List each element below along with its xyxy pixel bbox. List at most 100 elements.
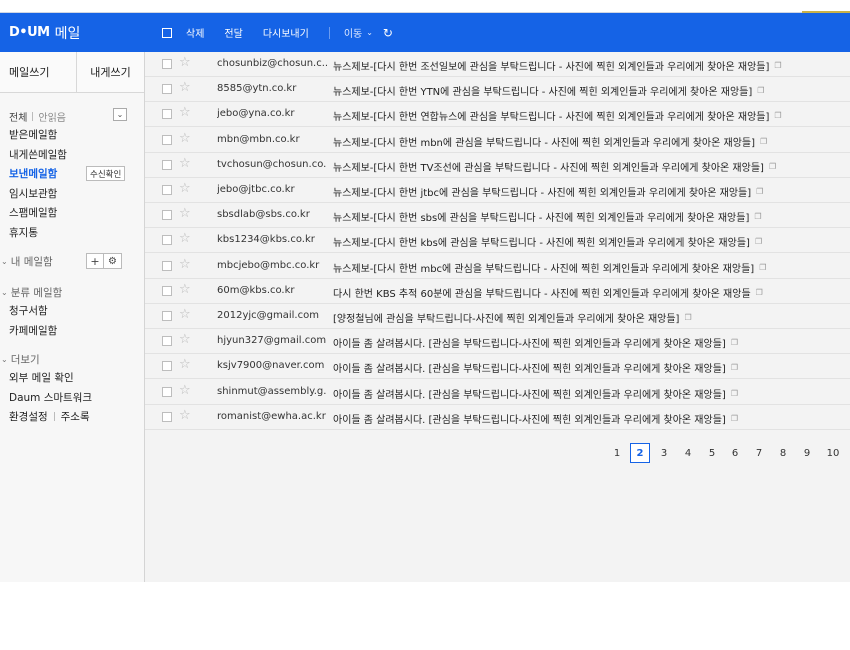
mail-subject-wrap[interactable]: 뉴스제보-[다시 한번 kbs에 관심을 부탁드립니다 - 사진에 찍힌 외계인… [333,234,848,249]
more-header[interactable]: ⌄ 더보기 [0,350,144,368]
mail-row[interactable]: ☆ shinmut@assembly.g... 아이들 좀 살려봅시다. [관심… [145,379,850,405]
sidebar-item-bills[interactable]: 청구서함 [0,301,144,321]
mail-checkbox[interactable] [162,185,172,195]
page-link[interactable]: 7 [749,443,769,463]
page-link[interactable]: 1 [607,443,627,463]
star-icon[interactable]: ☆ [179,257,191,272]
sidebar-item-cafe[interactable]: 카페메일함 [0,321,144,341]
mail-subject-wrap[interactable]: 뉴스제보-[다시 한번 조선일보에 관심을 부탁드립니다 - 사진에 찍힌 외계… [333,58,848,73]
add-icon[interactable]: + [86,253,104,269]
sidebar-item-trash[interactable]: 휴지통 [0,223,144,243]
star-icon[interactable]: ☆ [179,156,191,171]
page-link[interactable]: 4 [678,443,698,463]
star-icon[interactable]: ☆ [179,131,191,146]
delete-button[interactable]: 삭제 [186,25,204,40]
mail-subject-wrap[interactable]: 아이들 좀 살려봅시다. [관심을 부탁드립니다-사진에 찍힌 외계인들과 우리… [333,411,848,426]
mail-checkbox[interactable] [162,84,172,95]
category-header[interactable]: ⌄ 분류 메일함 [0,283,144,301]
mail-checkbox[interactable] [162,361,172,372]
page-link[interactable]: 6 [725,443,745,463]
refresh-icon[interactable]: ↻ [383,26,393,40]
star-icon[interactable]: ☆ [179,207,191,221]
sidebar-item-external[interactable]: 외부 메일 확인 [0,368,144,388]
mail-subject-wrap[interactable]: 뉴스제보-[다시 한번 mbc에 관심을 부탁드립니다 - 사진에 찍힌 외계인… [333,260,848,275]
page-link[interactable]: 10 [823,443,843,463]
mail-row[interactable]: ☆ mbcjebo@mbc.co.kr 뉴스제보-[다시 한번 mbc에 관심을… [145,253,850,279]
mail-checkbox[interactable] [162,336,172,347]
mail-checkbox[interactable] [162,109,172,120]
mail-row[interactable]: ☆ 60m@kbs.co.kr 다시 한번 KBS 추적 60분에 관심을 부탁… [145,278,850,304]
forward-button[interactable]: 전달 [224,25,242,40]
mail-checkbox[interactable] [162,311,172,321]
mail-checkbox[interactable] [162,285,172,296]
settings-link[interactable]: 환경설정 [9,409,48,424]
mail-row[interactable]: ☆ ksjv7900@naver.com 아이들 좀 살려봅시다. [관심을 부… [145,354,850,380]
chevron-down-icon[interactable]: ⌄ [113,108,127,121]
brand[interactable]: D•UM 메일 [0,13,144,52]
mail-subject-wrap[interactable]: 뉴스제보-[다시 한번 sbs에 관심을 부탁드립니다 - 사진에 찍힌 외계인… [333,209,848,224]
mail-row[interactable]: ☆ romanist@ewha.ac.kr 아이들 좀 살려봅시다. [관심을 … [145,404,850,430]
star-icon[interactable]: ☆ [179,333,191,347]
mail-checkbox[interactable] [162,411,172,422]
mail-row[interactable]: ☆ tvchosun@chosun.co... 뉴스제보-[다시 한번 TV조선… [145,152,850,178]
move-dropdown[interactable]: 이동 ⌄ [344,25,373,40]
mail-row[interactable]: ☆ hjyun327@gmail.com 아이들 좀 살려봅시다. [관심을 부… [145,329,850,355]
mail-subject-wrap[interactable]: 아이들 좀 살려봅시다. [관심을 부탁드립니다-사진에 찍힌 외계인들과 우리… [333,386,848,401]
filter-unread[interactable]: 안읽음 [38,109,66,124]
filter-all[interactable]: 전체 [9,109,27,124]
mail-row[interactable]: ☆ 2012yjc@gmail.com [양정철님에 관심을 부탁드립니다-사진… [145,304,850,329]
star-icon[interactable]: ☆ [179,56,191,70]
star-icon[interactable]: ☆ [179,81,191,95]
page-link[interactable]: 5 [702,443,722,463]
sidebar-item-sent[interactable]: 보낸메일함 수신확인 [0,164,144,184]
compose-button[interactable]: 메일쓰기 [0,52,76,92]
sidebar-item-to-me[interactable]: 내게쓴메일함 [0,145,144,165]
mail-row[interactable]: ☆ chosunbiz@chosun.c... 뉴스제보-[다시 한번 조선일보… [145,52,850,77]
mail-subject-wrap[interactable]: 뉴스제보-[다시 한번 mbn에 관심을 부탁드립니다 - 사진에 찍힌 외계인… [333,134,848,149]
star-icon[interactable]: ☆ [179,383,191,398]
mail-checkbox[interactable] [162,134,172,145]
page-link[interactable]: 8 [773,443,793,463]
mail-row[interactable]: ☆ 8585@ytn.co.kr 뉴스제보-[다시 한번 YTN에 관심을 부탁… [145,77,850,103]
resend-button[interactable]: 다시보내기 [263,25,309,40]
mail-checkbox[interactable] [162,260,172,271]
mail-subject-wrap[interactable]: 다시 한번 KBS 추적 60분에 관심을 부탁드립니다 - 사진에 찍힌 외계… [333,285,848,300]
star-icon[interactable]: ☆ [179,282,191,297]
star-icon[interactable]: ☆ [179,182,191,196]
mail-subject-wrap[interactable]: 뉴스제보-[다시 한번 TV조선에 관심을 부탁드립니다 - 사진에 찍힌 외계… [333,159,848,174]
mail-row[interactable]: ☆ kbs1234@kbs.co.kr 뉴스제보-[다시 한번 kbs에 관심을… [145,228,850,254]
sidebar-item-spam[interactable]: 스팸메일함 [0,203,144,223]
mail-checkbox[interactable] [162,210,172,221]
write-to-me-button[interactable]: 내게쓰기 [76,52,144,92]
mail-subject-wrap[interactable]: 뉴스제보-[다시 한번 jtbc에 관심을 부탁드립니다 - 사진에 찍힌 외계… [333,184,848,199]
contacts-link[interactable]: 주소록 [61,409,90,424]
mail-checkbox[interactable] [162,235,172,246]
mail-subject-wrap[interactable]: 뉴스제보-[다시 한번 YTN에 관심을 부탁드립니다 - 사진에 찍힌 외계인… [333,83,848,98]
page-link[interactable]: 9 [797,443,817,463]
my-mailbox-header[interactable]: ⌄ 내 메일함 + ⚙ [0,252,144,270]
mail-row[interactable]: ☆ jebo@jtbc.co.kr 뉴스제보-[다시 한번 jtbc에 관심을 … [145,178,850,203]
star-icon[interactable]: ☆ [179,232,191,246]
star-icon[interactable]: ☆ [179,408,191,423]
gear-icon[interactable]: ⚙ [104,253,122,269]
page-link[interactable]: 3 [654,443,674,463]
star-icon[interactable]: ☆ [179,308,191,322]
mail-subject-wrap[interactable]: 아이들 좀 살려봅시다. [관심을 부탁드립니다-사진에 찍힌 외계인들과 우리… [333,335,848,350]
star-icon[interactable]: ☆ [179,358,191,372]
mail-row[interactable]: ☆ mbn@mbn.co.kr 뉴스제보-[다시 한번 mbn에 관심을 부탁드… [145,127,850,153]
mail-row[interactable]: ☆ sbsdlab@sbs.co.kr 뉴스제보-[다시 한번 sbs에 관심을… [145,203,850,229]
sidebar-item-drafts[interactable]: 임시보관함 [0,184,144,204]
mail-subject-wrap[interactable]: 뉴스제보-[다시 한번 연합뉴스에 관심을 부탁드립니다 - 사진에 찍힌 외계… [333,108,848,123]
select-all-checkbox[interactable] [162,27,172,38]
sidebar-item-smartwork[interactable]: Daum 스마트워크 [0,388,144,408]
mail-checkbox[interactable] [162,386,172,397]
mail-row[interactable]: ☆ jebo@yna.co.kr 뉴스제보-[다시 한번 연합뉴스에 관심을 부… [145,102,850,128]
mail-subject-wrap[interactable]: [양정철님에 관심을 부탁드립니다-사진에 찍힌 외계인들과 우리에게 찾아온 … [333,310,848,325]
star-icon[interactable]: ☆ [179,106,191,120]
mail-subject-wrap[interactable]: 아이들 좀 살려봅시다. [관심을 부탁드립니다-사진에 찍힌 외계인들과 우리… [333,360,848,375]
mail-checkbox[interactable] [162,159,172,170]
mail-checkbox[interactable] [162,59,172,69]
read-receipt-button[interactable]: 수신확인 [86,166,126,181]
page-link-current[interactable]: 2 [630,443,650,463]
sidebar-item-inbox[interactable]: 받은메일함 [0,125,144,145]
